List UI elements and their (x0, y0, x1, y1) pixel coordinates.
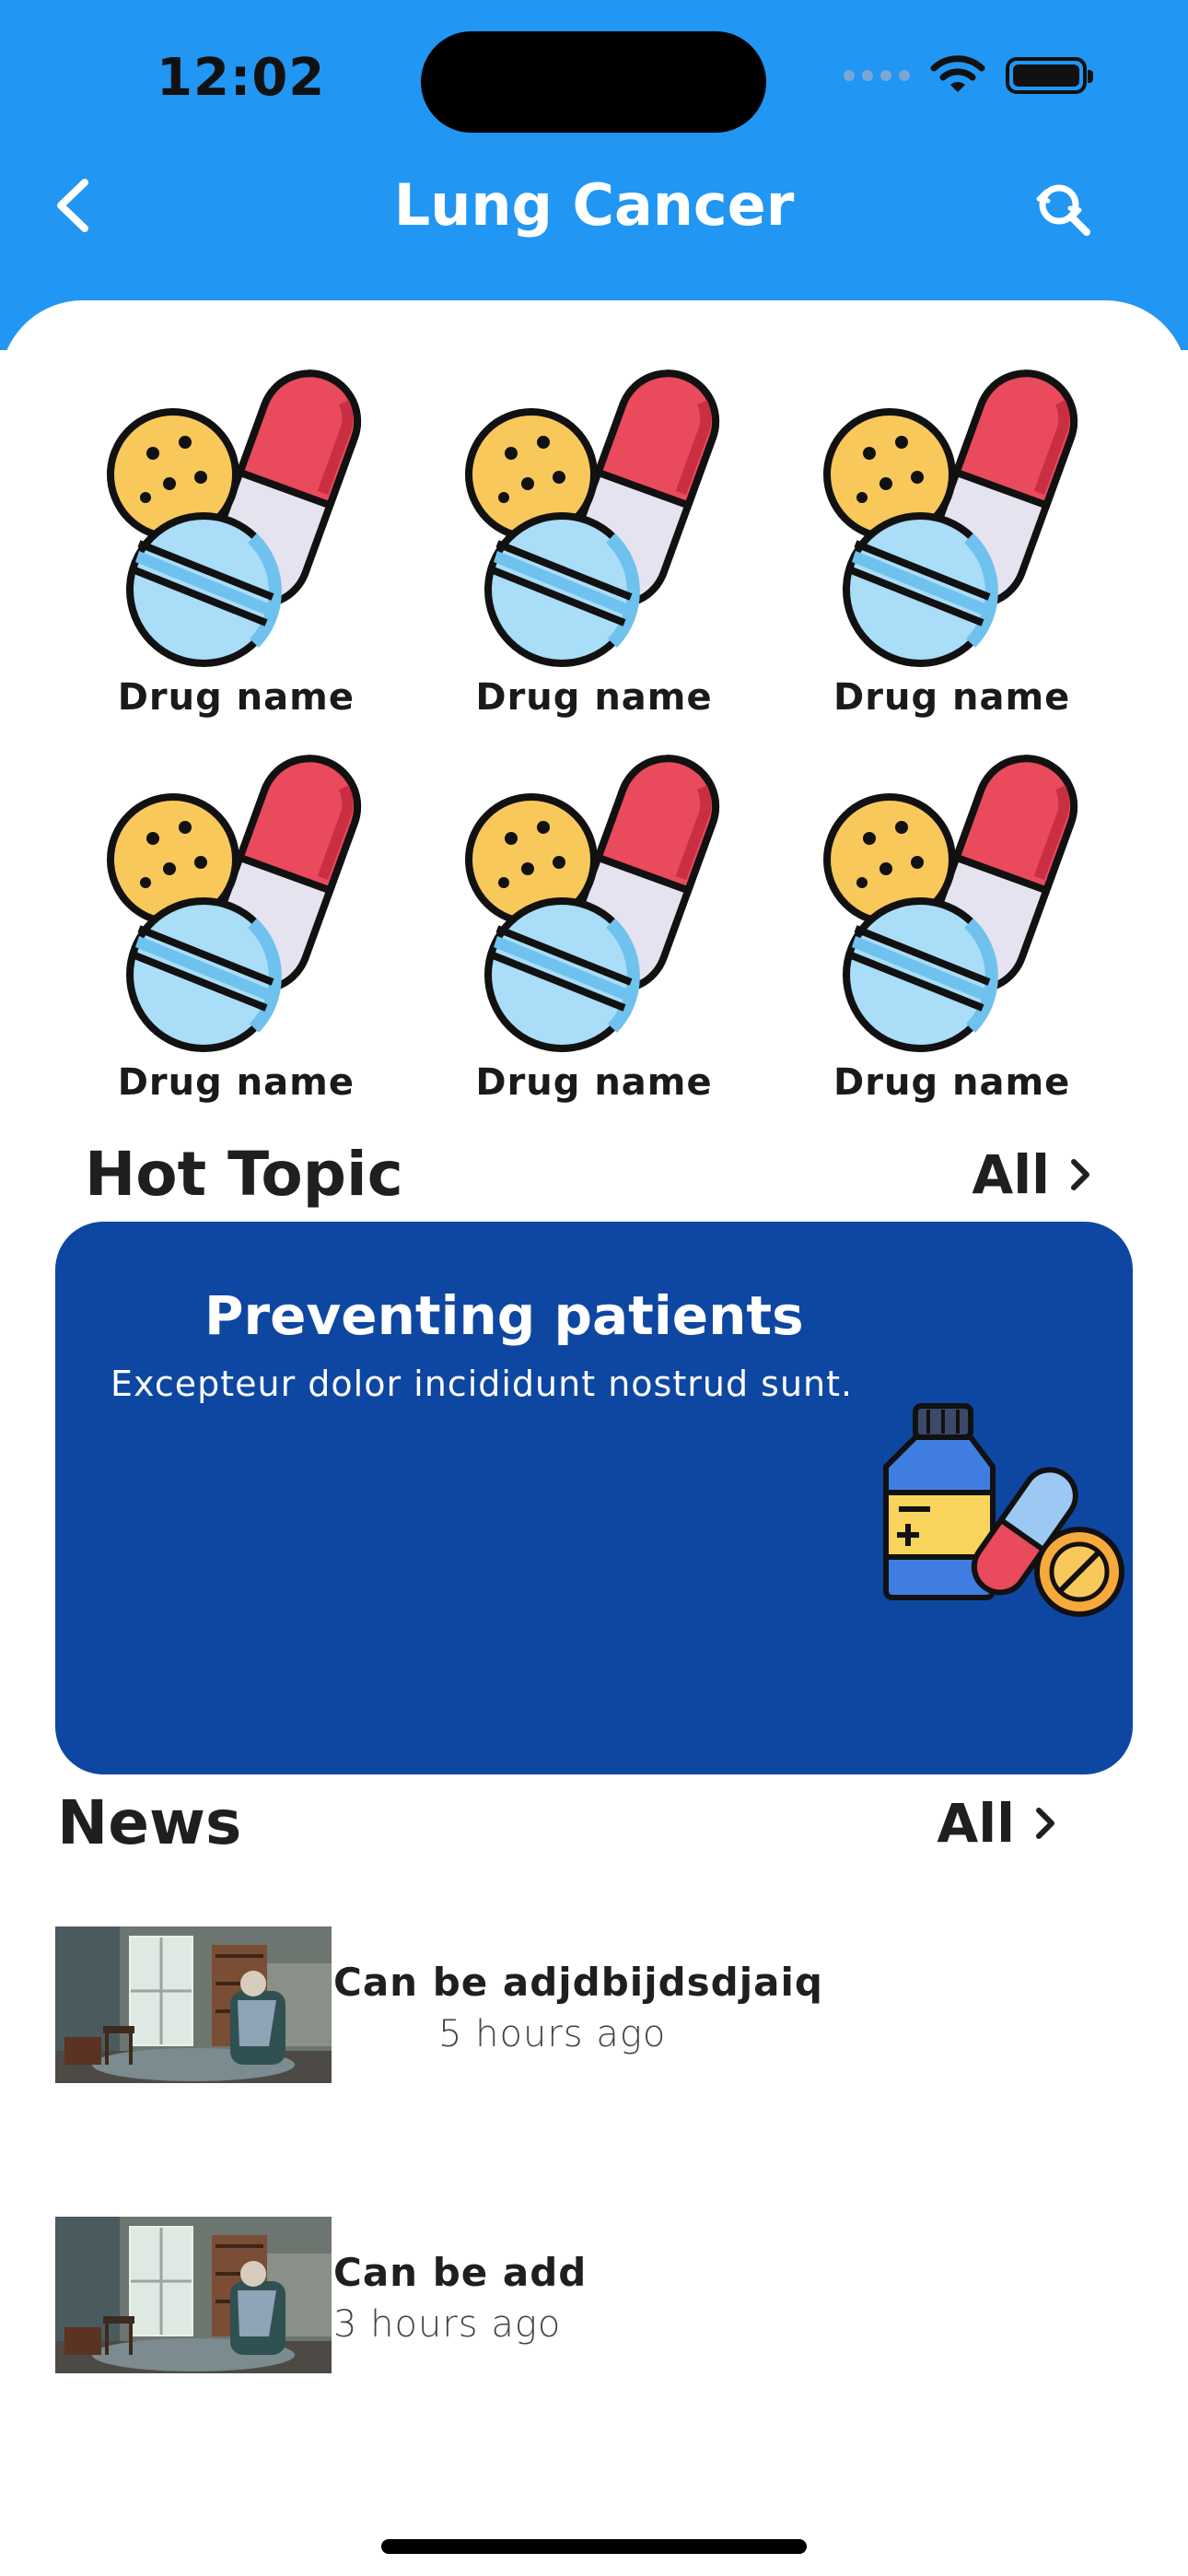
cellular-icon (844, 70, 910, 81)
battery-icon (1006, 57, 1093, 94)
hot-topic-card[interactable]: Preventing patients Excepteur dolor inci… (55, 1222, 1133, 1774)
news-header: News All (57, 1787, 1094, 1858)
pills-icon (98, 350, 374, 682)
pills-icon (456, 350, 732, 682)
pills-icon (456, 735, 732, 1067)
search-button[interactable] (1030, 175, 1096, 241)
drug-item[interactable]: Drug name (57, 350, 415, 719)
news-thumbnail (55, 2217, 332, 2373)
dynamic-island (421, 31, 766, 133)
drug-grid: Drug name Drug name Drug name Drug name … (57, 350, 1131, 1104)
status-icons (844, 55, 1093, 96)
hot-topic-all-link[interactable]: All (972, 1143, 1094, 1206)
home-indicator (381, 2539, 807, 2554)
drug-label: Drug name (833, 1061, 1071, 1104)
drug-item[interactable]: Drug name (773, 350, 1131, 719)
news-image (55, 2217, 332, 2373)
status-time: 12:02 (157, 48, 326, 108)
all-label: All (937, 1791, 1015, 1855)
news-thumbnail (55, 1926, 332, 2083)
hot-topic-title: Hot Topic (85, 1139, 403, 1210)
drug-item[interactable]: Drug name (415, 350, 774, 719)
pills-icon (98, 735, 374, 1067)
news-item-time: 3 hours ago (333, 2303, 562, 2346)
hot-topic-card-subtitle: Excepteur dolor incididunt nostrud sunt. (111, 1364, 854, 1404)
news-all-link[interactable]: All (937, 1792, 1059, 1855)
chevron-right-icon (1036, 1807, 1054, 1839)
news-item-time: 5 hours ago (438, 2013, 667, 2055)
hot-topic-card-title: Preventing patients (204, 1284, 804, 1347)
pills-icon (814, 735, 1090, 1067)
drug-item[interactable]: Drug name (57, 735, 415, 1104)
drug-label: Drug name (475, 1061, 713, 1104)
news-item-title: Can be adjdbijdsdjaiq (333, 1960, 823, 2005)
drug-label: Drug name (475, 676, 713, 719)
news-image (55, 1926, 332, 2083)
refresh-search-icon (1036, 184, 1090, 236)
wifi-icon (930, 55, 985, 92)
all-label: All (972, 1142, 1050, 1206)
news-title: News (57, 1787, 242, 1858)
news-item-title: Can be add (333, 2250, 588, 2295)
medicine-bottle-icon (883, 1403, 1124, 1617)
drug-item[interactable]: Drug name (773, 735, 1131, 1104)
news-item[interactable]: Can be adjdbijdsdjaiq 5 hours ago (55, 1926, 1133, 2083)
page-title: Lung Cancer (393, 171, 795, 239)
drug-label: Drug name (117, 1061, 355, 1104)
news-item[interactable]: Can be add 3 hours ago (55, 2217, 1133, 2373)
pills-icon (814, 350, 1090, 682)
drug-label: Drug name (833, 676, 1071, 719)
hot-topic-header: Hot Topic All (85, 1139, 1094, 1210)
drug-item[interactable]: Drug name (415, 735, 774, 1104)
chevron-right-icon (1071, 1158, 1089, 1190)
drug-label: Drug name (117, 676, 355, 719)
